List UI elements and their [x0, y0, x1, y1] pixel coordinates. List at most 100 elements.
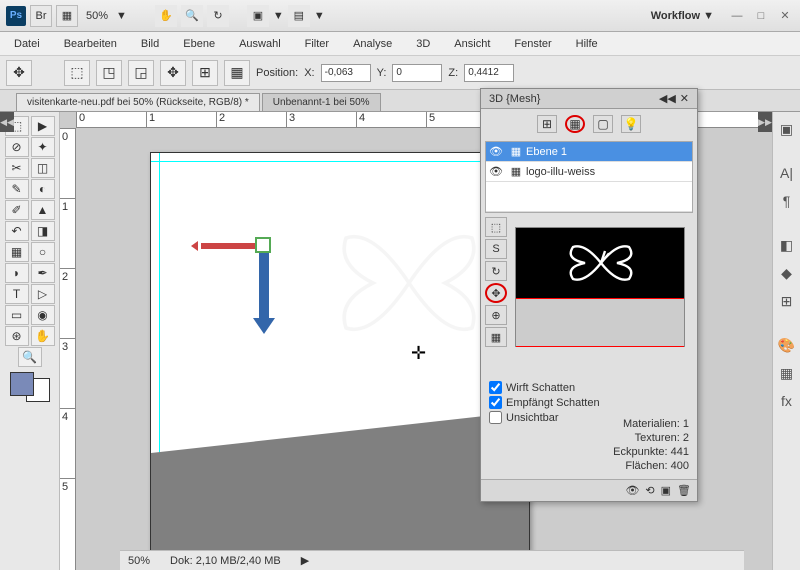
status-dok[interactable]: Dok: 2,10 MB/2,40 MB: [170, 555, 281, 567]
dodge-tool[interactable]: ◗: [5, 263, 29, 283]
tab-document-1[interactable]: visitenkarte-neu.pdf bei 50% (Rückseite,…: [16, 93, 260, 111]
panel-icon-5[interactable]: ◆: [776, 262, 798, 284]
tab-document-2[interactable]: Unbenannt-1 bei 50%: [262, 93, 381, 111]
preview-tool-1[interactable]: ⬚: [485, 217, 507, 237]
bridge-button[interactable]: Br: [30, 5, 52, 27]
menu-bearbeiten[interactable]: Bearbeiten: [60, 36, 121, 52]
stamp-tool[interactable]: ▲: [31, 200, 55, 220]
foreground-color[interactable]: [10, 372, 34, 396]
3d-camera-tool[interactable]: ⊛: [5, 326, 29, 346]
pen-tool[interactable]: ✒: [31, 263, 55, 283]
menu-hilfe[interactable]: Hilfe: [572, 36, 602, 52]
layer-row[interactable]: 👁▦Ebene 1: [486, 142, 692, 162]
arrange-icon[interactable]: ▤: [288, 5, 310, 27]
status-zoom[interactable]: 50%: [128, 555, 150, 567]
zoom-tool[interactable]: 🔍: [18, 347, 42, 367]
z-input[interactable]: [464, 64, 514, 82]
type-tool[interactable]: T: [5, 284, 29, 304]
zoom-select[interactable]: 50%: [82, 8, 112, 24]
mesh-filter-icon[interactable]: ▦: [565, 115, 585, 133]
visibility-icon[interactable]: 👁: [486, 145, 506, 158]
hand-tool[interactable]: ✋: [31, 326, 55, 346]
brush-tool[interactable]: ✐: [5, 200, 29, 220]
lasso-tool[interactable]: ⊘: [5, 137, 29, 157]
panel-icon-1[interactable]: ▣: [776, 118, 798, 140]
3d-mode-3-icon[interactable]: ◲: [128, 60, 154, 86]
guide-horizontal[interactable]: [151, 161, 529, 162]
panel-collapse-icon[interactable]: ◀◀: [659, 92, 676, 105]
3d-axis-gizmo[interactable]: [181, 223, 291, 333]
rotate-tool-icon[interactable]: ↻: [207, 5, 229, 27]
3d-mode-1-icon[interactable]: ⬚: [64, 60, 90, 86]
maximize-button[interactable]: □: [752, 9, 770, 23]
blur-tool[interactable]: ○: [31, 242, 55, 262]
menu-fenster[interactable]: Fenster: [510, 36, 555, 52]
hand-tool-icon[interactable]: ✋: [155, 5, 177, 27]
panel-trash-icon[interactable]: 🗑: [677, 484, 691, 497]
lights-filter-icon[interactable]: 💡: [621, 115, 641, 133]
crop-tool[interactable]: ✂: [5, 158, 29, 178]
preview-tool-6[interactable]: ▦: [485, 327, 507, 347]
materials-filter-icon[interactable]: ▢: [593, 115, 613, 133]
menu-3d[interactable]: 3D: [412, 36, 434, 52]
shape-tool[interactable]: ▭: [5, 305, 29, 325]
screen-mode-icon[interactable]: ▣: [247, 5, 269, 27]
slice-tool[interactable]: ◫: [31, 158, 55, 178]
panel-foot-icon-1[interactable]: 👁: [625, 484, 639, 497]
preview-tool-5[interactable]: ⊕: [485, 305, 507, 325]
patch-tool[interactable]: ◐: [31, 179, 55, 199]
paragraph-panel-icon[interactable]: ¶: [776, 190, 798, 212]
panel-title[interactable]: 3D {Mesh}: [489, 93, 540, 105]
tab-scroll-right[interactable]: ▶▶: [758, 112, 772, 132]
3d-mode-6-icon[interactable]: ▦: [224, 60, 250, 86]
clip-button[interactable]: ▦: [56, 5, 78, 27]
3d-mode-4-icon[interactable]: ✥: [160, 60, 186, 86]
history-tool[interactable]: ↶: [5, 221, 29, 241]
workspace-switcher[interactable]: Workflow ▼: [643, 7, 722, 25]
preview-tool-2[interactable]: S: [485, 239, 507, 259]
mesh-preview[interactable]: [515, 227, 685, 347]
layer-row[interactable]: 👁▦logo-illu-weiss: [486, 162, 692, 182]
3d-mode-5-icon[interactable]: ⊞: [192, 60, 218, 86]
eyedropper-tool[interactable]: ✎: [5, 179, 29, 199]
y-input[interactable]: [392, 64, 442, 82]
menu-datei[interactable]: Datei: [10, 36, 44, 52]
menu-filter[interactable]: Filter: [301, 36, 333, 52]
3d-mode-2-icon[interactable]: ◳: [96, 60, 122, 86]
panel-icon-6[interactable]: ⊞: [776, 290, 798, 312]
arrow-tool[interactable]: ▶: [31, 116, 55, 136]
tool-preset-icon[interactable]: ✥: [6, 60, 32, 86]
eraser-tool[interactable]: ◨: [31, 221, 55, 241]
3d-panel[interactable]: 3D {Mesh} ◀◀ ✕ ⊞ ▦ ▢ 💡 👁▦Ebene 1 👁▦logo-i…: [480, 88, 698, 502]
wand-tool[interactable]: ✦: [31, 137, 55, 157]
color-panel-icon[interactable]: 🎨: [776, 334, 798, 356]
preview-tool-3[interactable]: ↻: [485, 261, 507, 281]
panel-foot-icon-3[interactable]: ▣: [661, 484, 671, 497]
menu-ebene[interactable]: Ebene: [179, 36, 219, 52]
gradient-tool[interactable]: ▦: [5, 242, 29, 262]
3d-tool[interactable]: ◉: [31, 305, 55, 325]
zoom-tool-icon[interactable]: 🔍: [181, 5, 203, 27]
color-swatches[interactable]: [10, 372, 50, 402]
styles-panel-icon[interactable]: fx: [776, 390, 798, 412]
panel-close-icon[interactable]: ✕: [680, 92, 689, 105]
menu-ansicht[interactable]: Ansicht: [450, 36, 494, 52]
swatches-panel-icon[interactable]: ▦: [776, 362, 798, 384]
tab-scroll-left[interactable]: ◀◀: [0, 112, 14, 132]
document-canvas[interactable]: ✛: [150, 152, 530, 552]
scene-filter-icon[interactable]: ⊞: [537, 115, 557, 133]
minimize-button[interactable]: —: [728, 9, 746, 23]
menu-analyse[interactable]: Analyse: [349, 36, 396, 52]
x-input[interactable]: [321, 64, 371, 82]
character-panel-icon[interactable]: A|: [776, 162, 798, 184]
menu-bild[interactable]: Bild: [137, 36, 163, 52]
panel-foot-icon-2[interactable]: ⟲: [645, 484, 654, 497]
close-button[interactable]: ✕: [776, 9, 794, 23]
path-tool[interactable]: ▷: [31, 284, 55, 304]
visibility-icon[interactable]: 👁: [486, 165, 506, 178]
check-empfaengt-schatten[interactable]: Empfängt Schatten: [489, 396, 689, 409]
preview-tool-4[interactable]: ✥: [485, 283, 507, 303]
ruler-vertical[interactable]: 012345: [60, 128, 76, 570]
check-wirft-schatten[interactable]: Wirft Schatten: [489, 381, 689, 394]
menu-auswahl[interactable]: Auswahl: [235, 36, 285, 52]
